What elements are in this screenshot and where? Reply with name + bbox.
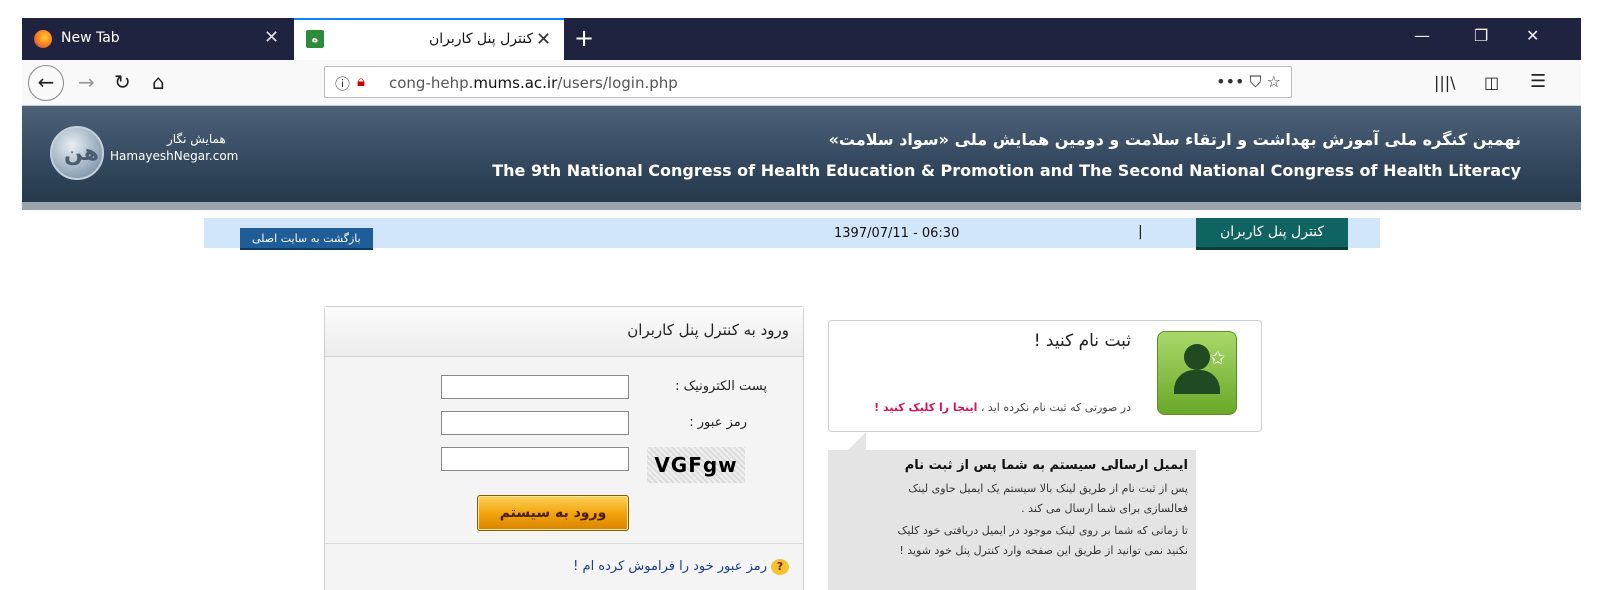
page-actions-icons[interactable]: ••• ⛉ ☆ (1216, 72, 1281, 92)
password-field[interactable] (441, 411, 629, 435)
register-prompt: در صورتی که ثبت نام نکرده اید ، (977, 401, 1131, 414)
forgot-password-text: رمز عبور خود را فراموش کرده ام ! (573, 559, 767, 574)
sidebar-icon[interactable]: ◫ (1484, 73, 1499, 92)
logo-text-en: HamayeshNegar.com (110, 149, 239, 163)
login-button[interactable]: ورود به سیستم (477, 495, 629, 531)
email-info-line: فعالسازی برای شما ارسال می کند . (1021, 502, 1188, 515)
tab-title: New Tab (61, 30, 120, 46)
register-text: در صورتی که ثبت نام نکرده اید ، اینجا را… (874, 401, 1131, 414)
tab-new-tab[interactable]: New Tab ✕ (22, 18, 294, 60)
login-box: ورود به کنترل پنل کاربران پست الکترونیک … (324, 306, 804, 590)
url-prefix: cong-hehp. (389, 74, 474, 92)
logo-text-fa: همایش نگار (167, 132, 226, 146)
congress-title-en: The 9th National Congress of Health Educ… (492, 161, 1521, 180)
register-title: ثبت نام کنید ! (1033, 331, 1131, 351)
date-time: 1397/07/11 - 06:30 (834, 226, 960, 241)
new-tab-button[interactable]: + (574, 24, 594, 52)
back-button[interactable]: ← (28, 65, 64, 101)
register-box: ✩ ثبت نام کنید ! در صورتی که ثبت نام نکر… (828, 320, 1262, 432)
divider (325, 543, 803, 544)
tab-bar: New Tab ✕ ه کنترل پنل کاربران ✕ + — ❐ ✕ (22, 18, 1581, 60)
info-icon[interactable]: ⓘ (335, 73, 350, 94)
reload-button[interactable]: ↻ (114, 70, 131, 94)
login-title: ورود به کنترل پنل کاربران (627, 321, 789, 339)
close-tab-icon[interactable]: ✕ (264, 27, 279, 48)
email-info-box: ایمیل ارسالی سیستم به شما پس از ثبت نام … (828, 432, 1196, 590)
tab-user-panel[interactable]: کنترل پنل کاربران (1196, 218, 1348, 250)
captcha-image: VGFgw (647, 447, 745, 483)
firefox-icon (34, 30, 52, 48)
separator: | (1138, 224, 1143, 240)
site-header: هن همایش نگار HamayeshNegar.com نهمین کن… (22, 106, 1581, 210)
register-link[interactable]: اینجا را کلیک کنید ! (874, 401, 977, 414)
url-text[interactable]: cong-hehp.mums.ac.ir/users/login.php (389, 74, 678, 92)
forgot-password-link[interactable]: ? رمز عبور خود را فراموش کرده ام ! (573, 559, 789, 575)
tab-user-panel[interactable]: ه کنترل پنل کاربران ✕ (294, 18, 564, 60)
congress-title-fa: نهمین کنگره ملی آموزش بهداشت و ارتقاء سل… (828, 130, 1521, 149)
captcha-field[interactable] (441, 447, 629, 471)
insecure-lock-icon[interactable]: 🔒︎ (357, 72, 365, 90)
minimize-icon[interactable]: — (1414, 26, 1430, 45)
email-label: پست الکترونیک : (675, 379, 767, 394)
forward-button[interactable]: → (78, 70, 95, 94)
hamayeshnegar-logo[interactable]: هن (50, 126, 104, 180)
info-bar: بازگشت به سایت اصلی 1397/07/11 - 06:30 |… (204, 218, 1380, 250)
email-info-line: پس از ثبت نام از طریق لینک بالا سیستم یک… (908, 482, 1188, 495)
close-tab-icon[interactable]: ✕ (536, 29, 551, 50)
restore-icon[interactable]: ❐ (1474, 26, 1488, 45)
password-label: رمز عبور : (689, 415, 747, 430)
browser-window: New Tab ✕ ه کنترل پنل کاربران ✕ + — ❐ ✕ … (22, 18, 1581, 590)
url-domain: mums.ac.ir (473, 74, 558, 92)
user-star-icon: ✩ (1157, 331, 1237, 415)
menu-icon[interactable]: ☰ (1530, 71, 1546, 92)
tab-title: کنترل پنل کاربران (429, 31, 534, 47)
email-info-line: تا زمانی که شما بر روی لینک موجود در ایم… (897, 524, 1188, 537)
window-close-icon[interactable]: ✕ (1526, 26, 1539, 45)
key-question-icon: ? (771, 559, 789, 575)
site-favicon-icon: ه (306, 30, 324, 48)
home-button[interactable]: ⌂ (152, 70, 165, 94)
address-bar[interactable]: ⓘ 🔒︎ cong-hehp.mums.ac.ir/users/login.ph… (324, 66, 1292, 98)
email-info-title: ایمیل ارسالی سیستم به شما پس از ثبت نام (904, 458, 1188, 473)
login-header: ورود به کنترل پنل کاربران (325, 307, 803, 357)
library-icon[interactable]: |||\ (1434, 73, 1456, 92)
email-field[interactable] (441, 375, 629, 399)
navigation-bar: ← → ↻ ⌂ ⓘ 🔒︎ cong-hehp.mums.ac.ir/users/… (22, 60, 1581, 106)
email-info-line: نکنید نمی توانید از طریق این صفحه وارد ک… (899, 544, 1188, 557)
back-to-site-button[interactable]: بازگشت به سایت اصلی (240, 228, 373, 250)
url-path: /users/login.php (557, 74, 678, 92)
